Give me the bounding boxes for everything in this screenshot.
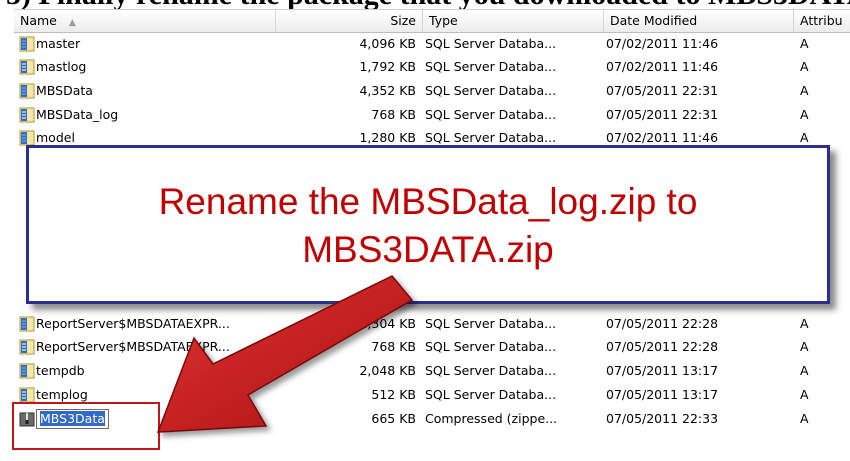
- red-arrow-icon: [156, 275, 414, 433]
